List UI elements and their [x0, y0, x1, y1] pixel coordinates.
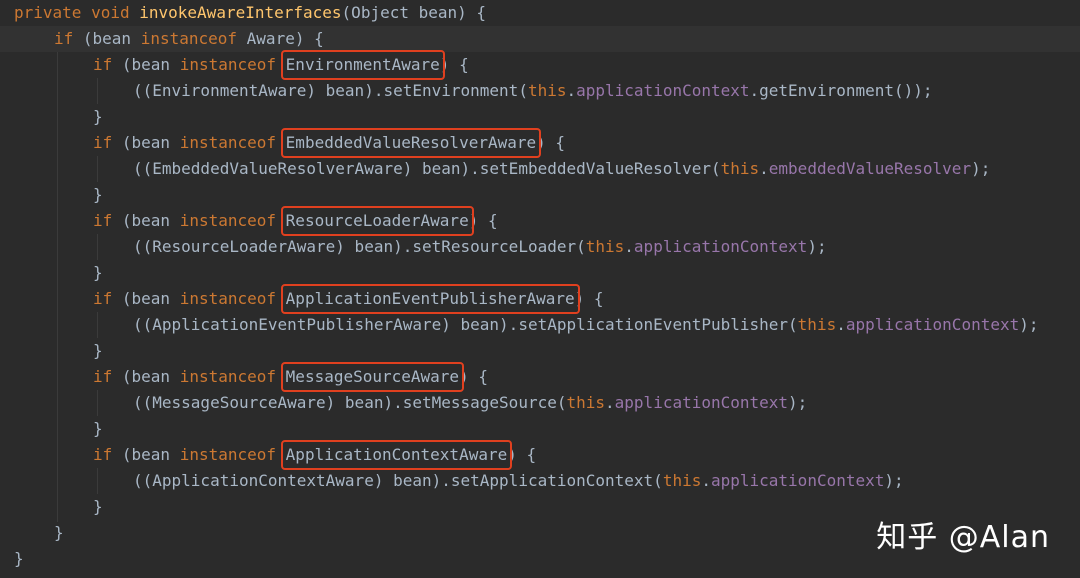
code-line-close-brace: }: [0, 260, 1080, 286]
keyword-this: this: [662, 471, 702, 490]
method-name: invokeAwareInterfaces: [139, 3, 342, 22]
code-text: ) {: [439, 55, 469, 74]
field-name: applicationContext: [633, 237, 808, 256]
code-text: ) {: [468, 211, 498, 230]
code-text: );: [971, 159, 991, 178]
code-line-inner-if: if (bean instanceof EnvironmentAware) {: [0, 50, 1080, 80]
keyword-if: if: [93, 367, 113, 386]
zhihu-watermark: 知乎 @Alan: [876, 520, 1050, 555]
keyword-if: if: [54, 29, 74, 48]
code-text: ) {: [507, 445, 537, 464]
keyword-private: private: [14, 3, 82, 22]
highlighted-interface-type: EnvironmentAware: [280, 50, 445, 80]
highlighted-interface-type: ApplicationContextAware: [280, 440, 512, 470]
code-line-close-brace: }: [0, 416, 1080, 442]
code-text: ((ApplicationContextAware) bean).setAppl…: [133, 471, 663, 490]
code-line-call: ((ApplicationContextAware) bean).setAppl…: [133, 471, 904, 490]
code-line-inner-if: if (bean instanceof MessageSourceAware) …: [0, 362, 1080, 392]
code-text: (bean: [73, 29, 141, 48]
close-brace: }: [54, 523, 64, 542]
code-line-call: ((EmbeddedValueResolverAware) bean).setE…: [133, 159, 991, 178]
code-text: ((ResourceLoaderAware) bean).setResource…: [133, 237, 586, 256]
code-line-call: ((EnvironmentAware) bean).setEnvironment…: [133, 81, 933, 100]
code-text: ((MessageSourceAware) bean).setMessageSo…: [133, 393, 567, 412]
code-text: (bean: [112, 289, 180, 308]
close-brace: }: [93, 419, 103, 438]
keyword-this: this: [566, 393, 606, 412]
code-line-method-header: private void invokeAwareInterfaces(Objec…: [0, 0, 1080, 26]
keyword-if: if: [93, 289, 113, 308]
keyword-instanceof: instanceof: [179, 367, 277, 386]
code-text: );: [1019, 315, 1039, 334]
code-line-close-brace: }: [0, 104, 1080, 130]
code-text: (bean: [112, 211, 180, 230]
keyword-if: if: [93, 55, 113, 74]
keyword-this: this: [797, 315, 837, 334]
highlighted-interface-type: EmbeddedValueResolverAware: [280, 128, 542, 158]
keyword-instanceof: instanceof: [179, 211, 277, 230]
field-name: embeddedValueResolver: [768, 159, 972, 178]
keyword-this: this: [585, 237, 625, 256]
code-line-inner-if: if (bean instanceof ResourceLoaderAware)…: [0, 206, 1080, 236]
code-line-inner-if: if (bean instanceof ApplicationContextAw…: [0, 440, 1080, 470]
code-text: );: [788, 393, 808, 412]
keyword-if: if: [93, 445, 113, 464]
highlighted-interface-type: ResourceLoaderAware: [280, 206, 474, 236]
keyword-instanceof: instanceof: [179, 133, 277, 152]
field-name: applicationContext: [845, 315, 1020, 334]
code-line-inner-if: if (bean instanceof EmbeddedValueResolve…: [0, 128, 1080, 158]
close-brace: }: [93, 263, 103, 282]
close-brace: }: [14, 549, 24, 568]
keyword-void: void: [91, 3, 130, 22]
highlighted-interface-type: ApplicationEventPublisherAware: [280, 284, 580, 314]
keyword-instanceof: instanceof: [179, 445, 277, 464]
keyword-this: this: [720, 159, 760, 178]
code-text: .getEnvironment());: [749, 81, 933, 100]
field-name: applicationContext: [614, 393, 789, 412]
keyword-instanceof: instanceof: [179, 289, 277, 308]
close-brace: }: [93, 107, 103, 126]
keyword-if: if: [93, 211, 113, 230]
code-text: (bean: [112, 133, 180, 152]
code-text: ) {: [574, 289, 604, 308]
code-text: ) {: [459, 367, 488, 386]
code-text: Aware) {: [237, 29, 324, 48]
code-text: ((EmbeddedValueResolverAware) bean).setE…: [133, 159, 721, 178]
field-name: applicationContext: [576, 81, 750, 100]
code-line-inner-if: if (bean instanceof ApplicationEventPubl…: [0, 284, 1080, 314]
keyword-if: if: [93, 133, 113, 152]
code-text: ) {: [536, 133, 566, 152]
code-line-call: ((MessageSourceAware) bean).setMessageSo…: [133, 393, 808, 412]
code-text: (bean: [112, 445, 180, 464]
method-params: (Object bean) {: [341, 3, 487, 22]
field-name: applicationContext: [710, 471, 885, 490]
keyword-this: this: [527, 81, 567, 100]
code-line-call: ((ApplicationEventPublisherAware) bean).…: [133, 315, 1039, 334]
close-brace: }: [93, 341, 103, 360]
code-text: (bean: [112, 367, 180, 386]
code-text: );: [884, 471, 904, 490]
code-line-call: ((ResourceLoaderAware) bean).setResource…: [133, 237, 827, 256]
code-text: ((EnvironmentAware) bean).setEnvironment…: [133, 81, 528, 100]
code-line-outer-if: if (bean instanceof Aware) {: [0, 26, 1080, 52]
code-text: );: [807, 237, 827, 256]
highlighted-interface-type: MessageSourceAware: [280, 362, 465, 392]
keyword-instanceof: instanceof: [140, 29, 238, 48]
keyword-instanceof: instanceof: [179, 55, 277, 74]
code-text: ((ApplicationEventPublisherAware) bean).…: [133, 315, 798, 334]
close-brace: }: [93, 497, 103, 516]
code-line-close-brace: }: [0, 338, 1080, 364]
code-editor[interactable]: private void invokeAwareInterfaces(Objec…: [0, 0, 1080, 578]
code-line-close-brace: }: [0, 182, 1080, 208]
close-brace: }: [93, 185, 103, 204]
code-text: (bean: [112, 55, 180, 74]
